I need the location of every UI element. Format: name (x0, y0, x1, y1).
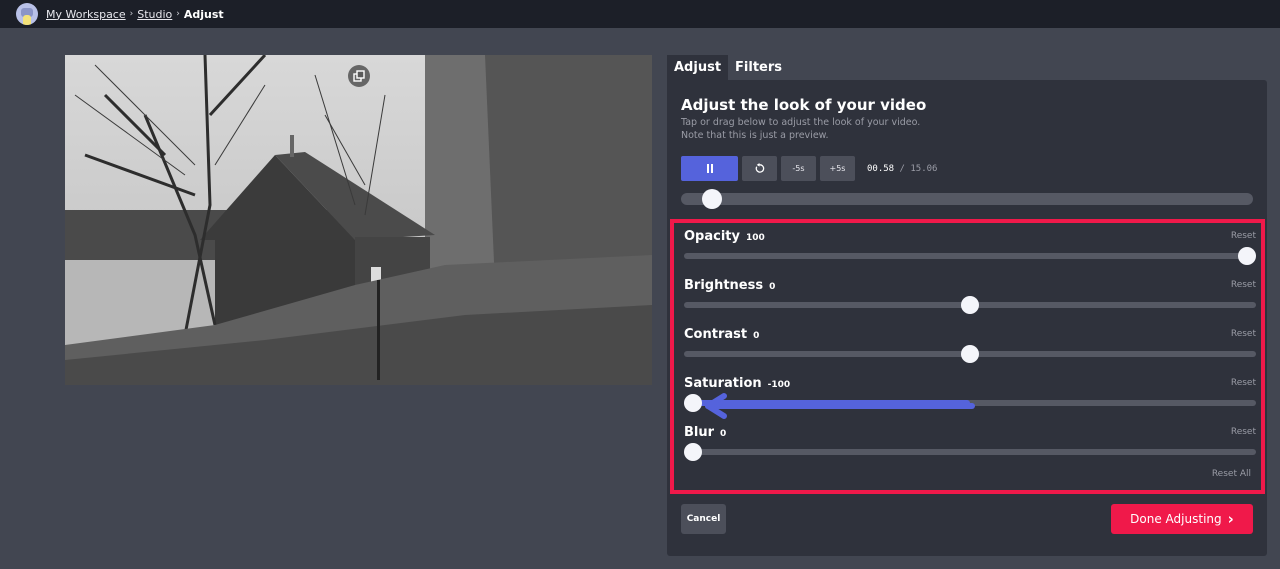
adjust-label: Blur 0 (684, 425, 726, 440)
slider-thumb[interactable] (684, 394, 702, 412)
adjust-value: -100 (767, 380, 791, 390)
adjust-row-contrast: Contrast 0 Reset (684, 327, 1256, 367)
adjustments-highlight-box: Opacity 100 Reset Brightness 0 Reset Contrast 0… (670, 219, 1265, 494)
adjust-name: Opacity (684, 229, 740, 244)
breadcrumb-studio[interactable]: Studio (137, 8, 172, 21)
chevron-right-icon: › (1227, 510, 1234, 528)
pause-icon (706, 164, 713, 173)
adjust-name: Contrast (684, 327, 748, 342)
adjust-label: Saturation -100 (684, 376, 790, 391)
adjust-value: 0 (753, 331, 760, 341)
video-seek-bar[interactable] (681, 189, 1253, 209)
adjust-value: 0 (720, 429, 727, 439)
reset-all-button[interactable]: Reset All (1212, 469, 1251, 479)
adjust-value: 0 (769, 282, 776, 292)
back-5s-button[interactable]: -5s (781, 156, 816, 181)
adjust-panel: Adjust the look of your video Tap or dra… (667, 80, 1267, 556)
tab-bar: Adjust Filters (667, 55, 789, 80)
breadcrumb-workspace[interactable]: My Workspace (46, 8, 126, 21)
adjust-name: Blur (684, 425, 715, 440)
adjust-label: Contrast 0 (684, 327, 759, 342)
slider-thumb[interactable] (1238, 247, 1256, 265)
picture-in-picture-icon (353, 70, 365, 82)
player-controls: -5s +5s 00.58 / 15.06 (681, 156, 937, 181)
reset-button[interactable]: Reset (1231, 329, 1256, 339)
done-adjusting-label: Done Adjusting (1130, 512, 1222, 526)
breadcrumb-current: Adjust (183, 7, 224, 21)
pause-button[interactable] (681, 156, 738, 181)
duration: 15.06 (910, 163, 938, 174)
adjust-row-blur: Blur 0 Reset (684, 425, 1256, 465)
cancel-button[interactable]: Cancel (681, 504, 726, 534)
saturation-slider-fill (684, 400, 970, 406)
slider-thumb[interactable] (684, 443, 702, 461)
slider-thumb[interactable] (961, 296, 979, 314)
adjust-row-brightness: Brightness 0 Reset (684, 278, 1256, 318)
reset-button[interactable]: Reset (1231, 378, 1256, 388)
forward-5s-button[interactable]: +5s (820, 156, 855, 181)
current-time: 00.58 (867, 163, 895, 174)
panel-subtitle: Tap or drag below to adjust the look of … (681, 117, 921, 128)
breadcrumb: My Workspace › Studio › Adjust (46, 8, 224, 21)
video-preview[interactable] (65, 55, 652, 385)
restart-icon (755, 163, 765, 173)
reset-button[interactable]: Reset (1231, 427, 1256, 437)
saturation-slider[interactable] (684, 394, 1256, 412)
adjust-label: Brightness 0 (684, 278, 775, 293)
adjust-value: 100 (745, 233, 765, 243)
breadcrumb-separator: › (176, 9, 180, 19)
adjust-name: Brightness (684, 278, 764, 293)
reset-button[interactable]: Reset (1231, 280, 1256, 290)
panel-title: Adjust the look of your video (681, 96, 927, 114)
time-readout: 00.58 / 15.06 (867, 164, 937, 174)
panel-note: Note that this is just a preview. (681, 130, 829, 141)
done-adjusting-button[interactable]: Done Adjusting › (1111, 504, 1253, 534)
seek-thumb[interactable] (702, 189, 723, 209)
adjust-row-saturation: Saturation -100 Reset (684, 376, 1256, 416)
time-separator: / (899, 163, 905, 174)
adjust-label: Opacity 100 (684, 229, 765, 244)
adjust-name: Saturation (684, 376, 762, 391)
reset-button[interactable]: Reset (1231, 231, 1256, 241)
restart-button[interactable] (742, 156, 777, 181)
adjust-row-opacity: Opacity 100 Reset (684, 229, 1256, 269)
video-frame-image (65, 55, 652, 385)
contrast-slider[interactable] (684, 345, 1256, 363)
blur-slider[interactable] (684, 443, 1256, 461)
tab-adjust[interactable]: Adjust (667, 55, 729, 80)
workspace-avatar[interactable] (16, 3, 38, 25)
picture-in-picture-button[interactable] (348, 65, 370, 87)
tab-filters[interactable]: Filters (728, 55, 789, 80)
slider-thumb[interactable] (961, 345, 979, 363)
top-bar: My Workspace › Studio › Adjust (0, 0, 1280, 28)
opacity-slider[interactable] (684, 247, 1256, 265)
brightness-slider[interactable] (684, 296, 1256, 314)
breadcrumb-separator: › (129, 9, 134, 19)
